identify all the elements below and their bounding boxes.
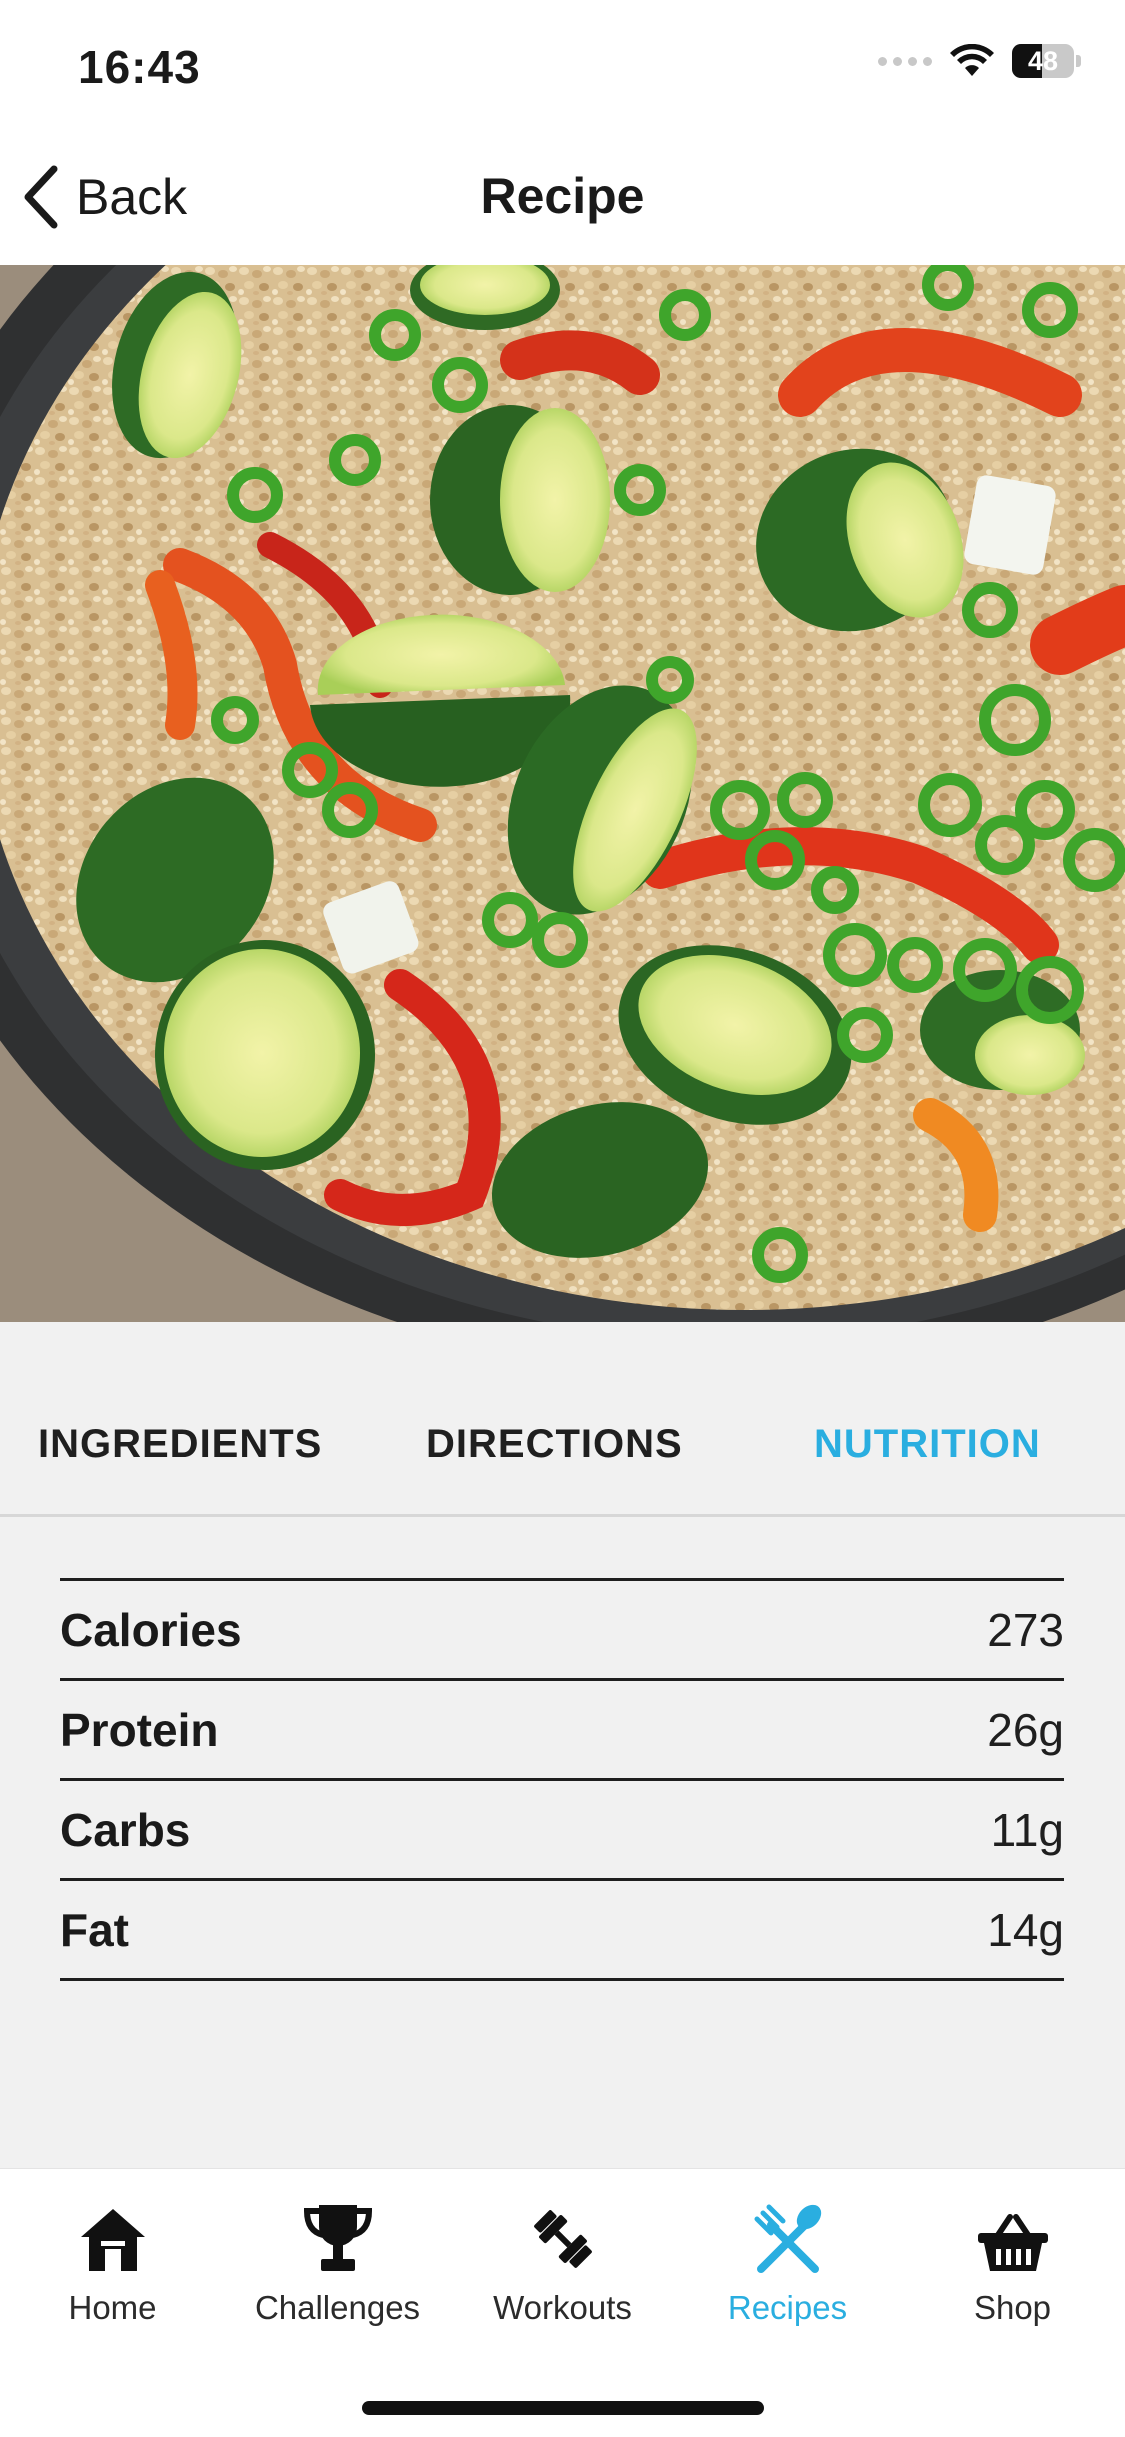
nutrition-label: Fat: [60, 1903, 129, 1956]
basket-icon: [900, 2197, 1125, 2275]
tab-directions[interactable]: DIRECTIONS: [426, 1422, 683, 1467]
recipe-image: [0, 265, 1125, 1322]
home-icon: [0, 2197, 225, 2275]
recipe-tabs: INGREDIENTS DIRECTIONS NUTRITION: [0, 1322, 1125, 1517]
nutrition-value: 11g: [990, 1803, 1064, 1856]
tab-bar-home[interactable]: Home: [0, 2197, 225, 2327]
home-indicator: [362, 2401, 764, 2415]
tab-nutrition[interactable]: NUTRITION: [814, 1422, 1041, 1467]
cellular-signal-icon: [878, 56, 932, 66]
status-bar: 16:43 48: [0, 0, 1125, 135]
nutrition-label: Calories: [60, 1603, 242, 1656]
tab-ingredients[interactable]: INGREDIENTS: [38, 1422, 322, 1467]
nutrition-value: 26g: [987, 1703, 1064, 1756]
tab-bar-label: Workouts: [493, 2289, 632, 2326]
nutrition-value: 14g: [987, 1903, 1064, 1956]
tab-bar-label: Recipes: [727, 2289, 848, 2326]
nutrition-row-fat: Fat 14g: [60, 1878, 1064, 1981]
tab-bar-label: Shop: [973, 2289, 1052, 2326]
dumbbell-icon: [450, 2197, 675, 2275]
status-indicators: 48: [878, 44, 1081, 78]
nutrition-row-carbs: Carbs 11g: [60, 1778, 1064, 1878]
battery-icon: 48: [1012, 44, 1074, 78]
nutrition-value: 273: [987, 1603, 1064, 1656]
tab-bar-label: Challenges: [254, 2289, 421, 2326]
page-title: Recipe: [480, 168, 645, 224]
tab-bar-label: Home: [68, 2289, 157, 2326]
tab-bar-workouts[interactable]: Workouts: [450, 2197, 675, 2327]
wifi-icon: [950, 44, 994, 76]
nutrition-label: Protein: [60, 1703, 219, 1756]
battery-indicator: 48: [1012, 44, 1081, 78]
nutrition-row-calories: Calories 273: [60, 1578, 1064, 1678]
status-time: 16:43: [78, 41, 201, 93]
nutrition-label: Carbs: [60, 1803, 191, 1856]
tab-bar-recipes[interactable]: Recipes: [675, 2197, 900, 2327]
nutrition-row-protein: Protein 26g: [60, 1678, 1064, 1778]
nav-header: Back Recipe: [0, 135, 1125, 265]
fork-spoon-icon: [675, 2197, 900, 2275]
tab-bar-challenges[interactable]: Challenges: [225, 2197, 450, 2327]
tab-bar-shop[interactable]: Shop: [900, 2197, 1125, 2327]
nutrition-table: Calories 273 Protein 26g Carbs 11g Fat 1…: [60, 1578, 1064, 1981]
bottom-tab-bar: Home Challenges Workouts Recipes Shop: [0, 2168, 1125, 2437]
trophy-icon: [225, 2197, 450, 2275]
battery-level: 48: [1027, 46, 1059, 76]
